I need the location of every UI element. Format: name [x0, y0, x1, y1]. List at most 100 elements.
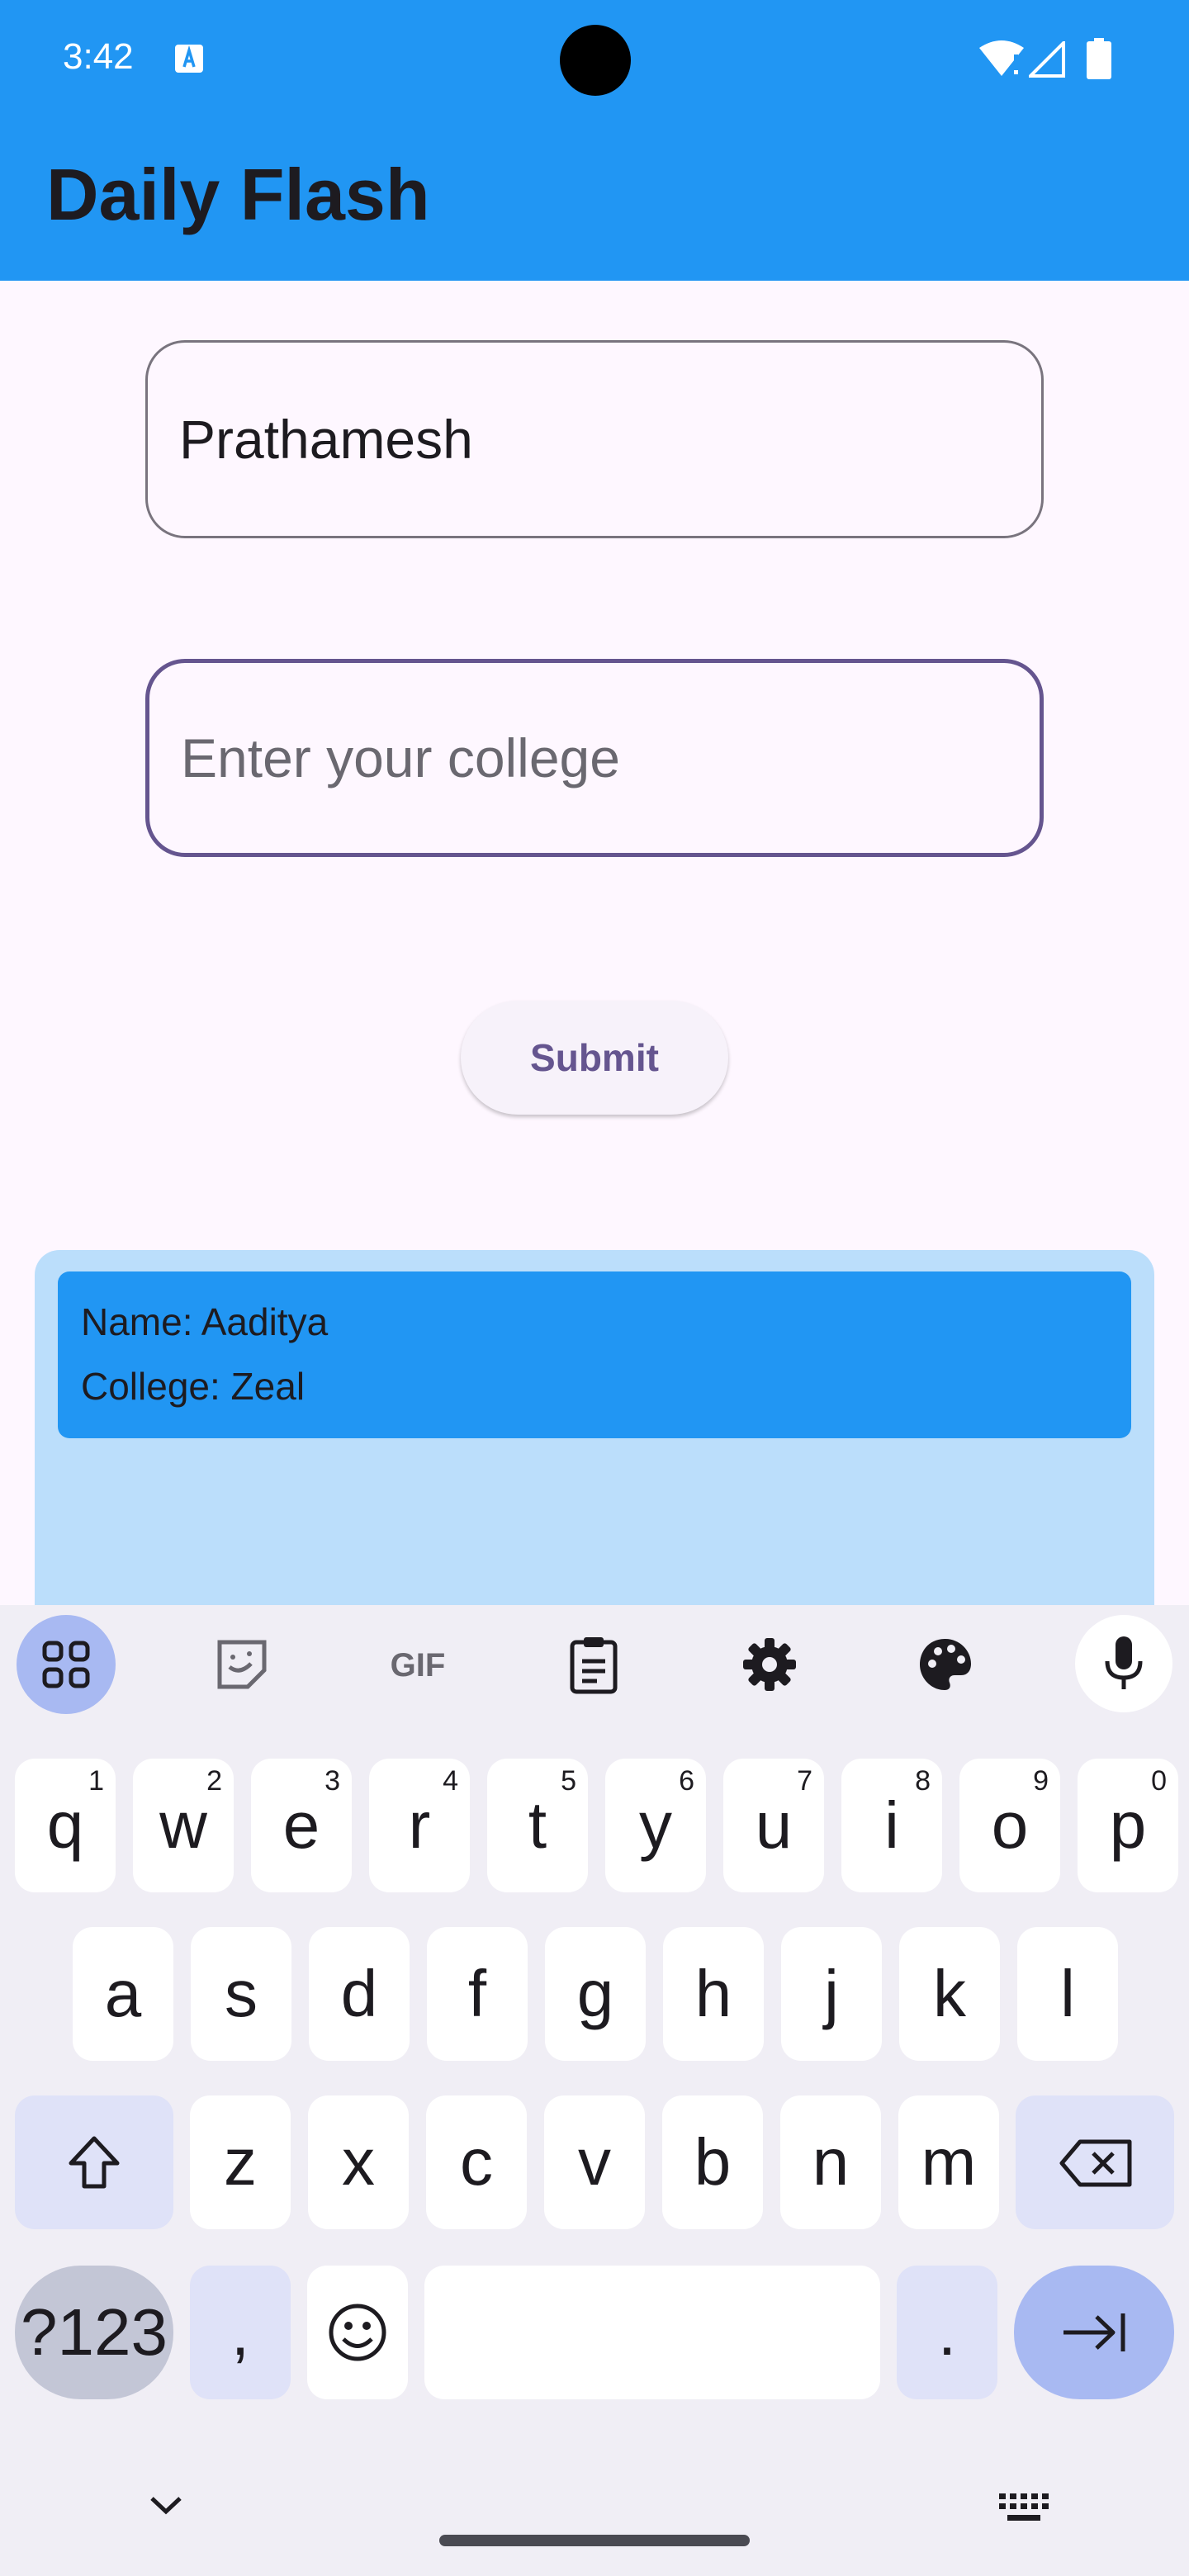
key-l[interactable]: l	[1017, 1927, 1118, 2061]
key-label: g	[576, 1957, 614, 2030]
key-t[interactable]: t5	[487, 1759, 588, 1892]
key-o[interactable]: o9	[959, 1759, 1060, 1892]
key-h[interactable]: h	[663, 1927, 764, 2061]
key-label: d	[340, 1957, 378, 2030]
key-label: q	[46, 1788, 84, 1862]
settings-icon[interactable]	[720, 1615, 819, 1714]
key-s[interactable]: s	[191, 1927, 291, 2061]
period-key-label: .	[937, 2295, 957, 2369]
gif-icon[interactable]: GIF	[368, 1615, 467, 1714]
key-b[interactable]: b	[662, 2095, 763, 2229]
key-label: s	[225, 1957, 258, 2030]
key-label: b	[694, 2125, 732, 2199]
status-bar: 3:42	[0, 0, 1189, 122]
key-hint: 7	[797, 1765, 812, 1797]
key-p[interactable]: p0	[1078, 1759, 1178, 1892]
key-hint: 4	[443, 1765, 458, 1797]
key-label: i	[884, 1788, 899, 1862]
key-label: j	[824, 1957, 839, 2030]
entry-name: Name: Aaditya	[81, 1300, 329, 1343]
period-key[interactable]: .	[897, 2266, 997, 2399]
key-label: a	[104, 1957, 142, 2030]
key-v[interactable]: v	[544, 2095, 645, 2229]
key-m[interactable]: m	[898, 2095, 999, 2229]
key-label: e	[282, 1788, 320, 1862]
notification-icon	[175, 45, 203, 73]
key-label: v	[578, 2125, 611, 2199]
entries-list: Name: Aaditya College: Zeal	[35, 1250, 1154, 1613]
key-label: p	[1109, 1788, 1147, 1862]
key-label: y	[639, 1788, 672, 1862]
battery-icon	[1087, 38, 1111, 79]
college-input[interactable]	[181, 663, 1007, 853]
key-label: n	[812, 2125, 850, 2199]
key-j[interactable]: j	[781, 1927, 882, 2061]
key-c[interactable]: c	[426, 2095, 527, 2229]
comma-key-label: ,	[230, 2295, 250, 2369]
key-label: x	[342, 2125, 375, 2199]
emoji-key[interactable]	[307, 2266, 408, 2399]
palette-icon[interactable]	[896, 1615, 995, 1714]
key-i[interactable]: i8	[841, 1759, 942, 1892]
key-z[interactable]: z	[190, 2095, 291, 2229]
svg-text:GIF: GIF	[391, 1647, 446, 1683]
key-label: z	[224, 2125, 257, 2199]
key-n[interactable]: n	[780, 2095, 881, 2229]
soft-keyboard: GIF	[0, 1605, 1189, 2576]
key-x[interactable]: x	[308, 2095, 409, 2229]
next-key[interactable]	[1014, 2266, 1174, 2399]
shift-key[interactable]	[15, 2095, 173, 2229]
signal-icon	[1029, 41, 1065, 78]
key-label: r	[408, 1788, 431, 1862]
camera-cutout	[560, 25, 631, 96]
key-g[interactable]: g	[545, 1927, 646, 2061]
key-label: c	[460, 2125, 493, 2199]
key-label: t	[528, 1788, 547, 1862]
key-label: l	[1060, 1957, 1075, 2030]
key-hint: 6	[679, 1765, 694, 1797]
symbols-key[interactable]: ?123	[15, 2266, 173, 2399]
key-u[interactable]: u7	[723, 1759, 824, 1892]
clipboard-icon[interactable]	[544, 1615, 643, 1714]
comma-key[interactable]: ,	[190, 2266, 291, 2399]
keyboard-switch-icon[interactable]	[999, 2493, 1049, 2522]
key-d[interactable]: d	[309, 1927, 410, 2061]
key-label: k	[933, 1957, 966, 2030]
entry-college: College: Zeal	[81, 1365, 306, 1408]
name-input[interactable]	[179, 343, 1005, 536]
sticker-icon[interactable]	[192, 1615, 291, 1714]
key-q[interactable]: q1	[15, 1759, 116, 1892]
apps-grid-icon[interactable]	[17, 1615, 116, 1714]
key-r[interactable]: r4	[369, 1759, 470, 1892]
symbols-key-label: ?123	[21, 2295, 168, 2369]
key-f[interactable]: f	[427, 1927, 528, 2061]
key-hint: 3	[324, 1765, 340, 1797]
status-time: 3:42	[63, 36, 134, 77]
college-field[interactable]	[145, 659, 1044, 857]
name-field[interactable]	[145, 340, 1044, 538]
space-key[interactable]	[424, 2266, 880, 2399]
wifi-icon	[979, 40, 1024, 76]
key-label: w	[159, 1788, 207, 1862]
gesture-nav-handle[interactable]	[439, 2535, 750, 2546]
key-e[interactable]: e3	[251, 1759, 352, 1892]
key-hint: 0	[1151, 1765, 1167, 1797]
submit-button[interactable]: Submit	[461, 1001, 728, 1115]
key-label: o	[991, 1788, 1029, 1862]
key-y[interactable]: y6	[605, 1759, 706, 1892]
key-k[interactable]: k	[899, 1927, 1000, 2061]
key-hint: 1	[88, 1765, 104, 1797]
backspace-key[interactable]	[1016, 2095, 1174, 2229]
key-label: m	[921, 2125, 977, 2199]
entry-card: Name: Aaditya College: Zeal	[58, 1271, 1131, 1438]
key-hint: 8	[915, 1765, 931, 1797]
key-w[interactable]: w2	[133, 1759, 234, 1892]
key-label: h	[694, 1957, 732, 2030]
app-bar: Daily Flash	[0, 122, 1189, 281]
key-label: f	[467, 1957, 487, 2030]
key-hint: 5	[561, 1765, 576, 1797]
mic-icon[interactable]	[1075, 1615, 1172, 1712]
hide-keyboard-icon[interactable]	[149, 2493, 183, 2517]
key-a[interactable]: a	[73, 1927, 173, 2061]
key-hint: 9	[1033, 1765, 1049, 1797]
